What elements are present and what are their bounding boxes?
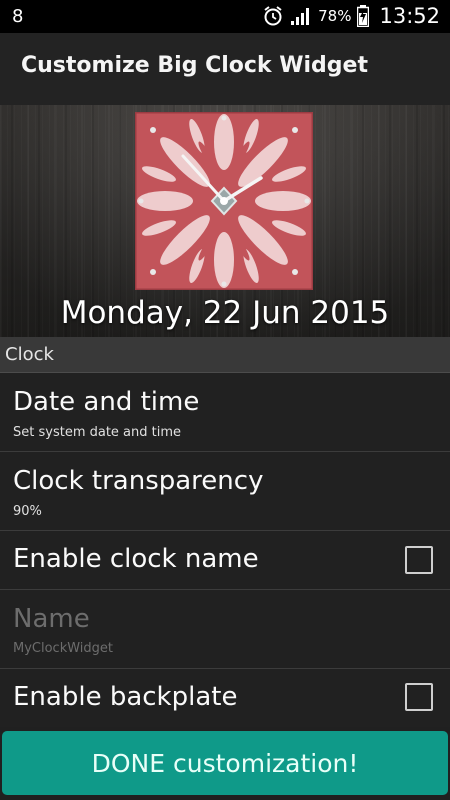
- pref-name: Name MyClockWidget: [0, 590, 450, 669]
- status-time: 13:52: [379, 4, 440, 28]
- app-bar: Customize Big Clock Widget: [0, 33, 450, 105]
- clock-face-icon[interactable]: [135, 112, 313, 290]
- status-bar: 8 78% 13:52: [0, 0, 450, 33]
- status-icons: 78% 13:52: [262, 4, 440, 28]
- pref-enable-backplate[interactable]: Enable backplate: [0, 669, 450, 727]
- pref-title: Enable backplate: [13, 682, 238, 712]
- pref-title: Clock transparency: [13, 466, 264, 496]
- widget-preview: Monday, 22 Jun 2015: [0, 105, 450, 337]
- battery-charging-icon: [357, 5, 370, 27]
- section-header-clock: Clock: [0, 337, 450, 374]
- enable-clock-name-checkbox[interactable]: [405, 546, 433, 574]
- pref-title: Date and time: [13, 387, 200, 417]
- alarm-icon: [264, 6, 282, 26]
- notification-icon: 8: [12, 6, 24, 27]
- enable-backplate-checkbox[interactable]: [405, 683, 433, 711]
- pref-enable-clock-name[interactable]: Enable clock name: [0, 531, 450, 590]
- done-button[interactable]: DONE customization!: [2, 731, 448, 795]
- pref-date-and-time[interactable]: Date and time Set system date and time: [0, 373, 450, 452]
- pref-subtitle: Set system date and time: [13, 425, 182, 440]
- battery-percent: 78%: [318, 7, 352, 25]
- page-title: Customize Big Clock Widget: [21, 53, 368, 78]
- preview-date: Monday, 22 Jun 2015: [60, 295, 390, 331]
- signal-icon: [291, 8, 310, 25]
- pref-subtitle: 90%: [13, 504, 42, 519]
- section-title: Clock: [5, 344, 54, 365]
- pref-title: Enable clock name: [13, 544, 259, 574]
- pref-clock-transparency[interactable]: Clock transparency 90%: [0, 452, 450, 531]
- pref-subtitle: MyClockWidget: [13, 641, 114, 656]
- pref-title: Name: [13, 604, 90, 634]
